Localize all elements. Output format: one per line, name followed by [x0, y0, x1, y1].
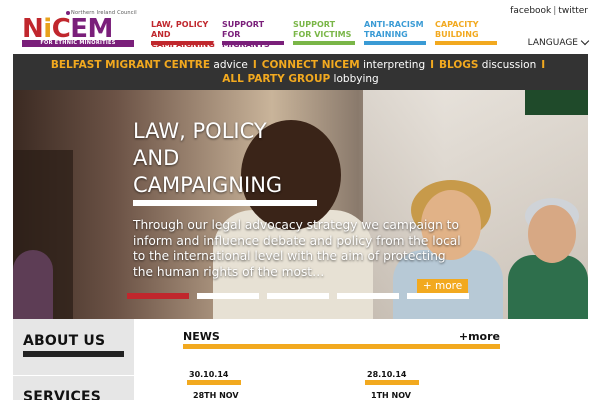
sidebar-item-bar [23, 351, 124, 357]
sidebar: ABOUT US SERVICES [13, 319, 134, 400]
news-item[interactable]: 30.10.14 28TH NOV [183, 370, 343, 400]
news-item-title: 1TH NOV [371, 391, 411, 400]
news-item-title: 28TH NOV [193, 391, 239, 400]
hero-photo-bg [528, 205, 576, 263]
news-date-bar [187, 380, 241, 385]
nav-label: ANTI-RACISM TRAINING [364, 20, 424, 39]
quick-link-title: BLOGS [439, 59, 479, 71]
nav-underline [293, 41, 355, 45]
nav-item-law-policy[interactable]: LAW, POLICY AND CAMPAIGNING [151, 20, 215, 49]
twitter-link[interactable]: twitter [558, 6, 588, 16]
hero-more-button[interactable]: + more [417, 279, 468, 293]
news-more-link[interactable]: +more [459, 330, 500, 343]
quick-links-bar: BELFAST MIGRANT CENTRE advice I CONNECT NI… [13, 54, 588, 90]
news-title: NEWS [183, 330, 220, 343]
quick-link-connect-nicem[interactable]: CONNECT NICEM interpreting [262, 59, 425, 71]
quick-link-title: BELFAST MIGRANT CENTRE [50, 59, 211, 71]
nav-label: CAPACITY BUILDING [435, 20, 479, 39]
nav-underline [151, 41, 213, 45]
quick-link-blogs[interactable]: BLOGS discussion [439, 59, 536, 71]
news-date: 30.10.14 [189, 370, 229, 379]
slider-dot[interactable] [337, 293, 399, 299]
sidebar-divider [13, 375, 134, 376]
quick-link-desc: lobbying [330, 73, 379, 85]
quick-link-separator: I [430, 59, 435, 71]
news-date-bar [365, 380, 419, 385]
nav-label: LAW, POLICY AND CAMPAIGNING [151, 20, 215, 49]
nav-label: SUPPORT FOR MIGRANTS [222, 20, 270, 49]
hero-photo-bg [525, 90, 588, 115]
nav-item-support-victims[interactable]: SUPPORT FOR VICTIMS [293, 20, 355, 46]
hero-title: LAW, POLICY AND CAMPAIGNING [133, 119, 283, 197]
slider-dot[interactable] [407, 293, 469, 299]
sidebar-item-about-us[interactable]: ABOUT US [23, 333, 105, 349]
quick-link-belfast-migrant-centre[interactable]: BELFAST MIGRANT CENTRE advice [51, 59, 248, 71]
hero-photo-bg [13, 250, 53, 319]
news-date: 28.10.14 [367, 370, 407, 379]
site-header: Northern Ireland Council NiCEM FOR ETHNI… [0, 0, 600, 54]
nav-underline [222, 41, 284, 45]
hero-description: Through our legal advocacy strategy we c… [133, 218, 461, 279]
nav-item-anti-racism[interactable]: ANTI-RACISM TRAINING [364, 20, 426, 46]
slider-dot[interactable] [267, 293, 329, 299]
news-bar [183, 344, 500, 349]
quick-link-desc: advice [210, 59, 248, 71]
quick-link-title: ALL PARTY GROUP [222, 73, 331, 85]
slider-dot[interactable] [197, 293, 259, 299]
quick-link-separator: I [541, 59, 546, 71]
nav-underline [435, 41, 497, 45]
slider-dot[interactable] [127, 293, 189, 299]
nav-underline [364, 41, 426, 45]
language-selector[interactable]: LANGUAGE [527, 36, 590, 48]
hero-slider: LAW, POLICY AND CAMPAIGNING Through our … [13, 90, 588, 319]
hero-photo-bg [508, 255, 588, 319]
quick-link-desc: discussion [478, 59, 537, 71]
nav-label: SUPPORT FOR VICTIMS [293, 20, 352, 39]
nicem-logo[interactable]: Northern Ireland Council NiCEM FOR ETHNI… [22, 10, 144, 48]
news-item[interactable]: 28.10.14 1TH NOV [361, 370, 521, 400]
quick-link-desc: interpreting [359, 59, 426, 71]
facebook-link[interactable]: facebook [510, 6, 551, 16]
social-links: facebook | twitter [510, 6, 588, 16]
language-label: LANGUAGE [527, 38, 578, 48]
quick-links-line-2: ALL PARTY GROUP lobbying [13, 72, 588, 86]
logo-wordmark: NiCEM [22, 15, 113, 43]
quick-link-title: CONNECT NICEM [261, 59, 360, 71]
quick-link-separator: I [252, 59, 257, 71]
chevron-down-icon [580, 36, 590, 46]
quick-link-all-party-group[interactable]: ALL PARTY GROUP lobbying [222, 73, 378, 85]
sidebar-item-services[interactable]: SERVICES [23, 389, 101, 400]
news-header: NEWS +more [183, 330, 500, 344]
logo-subbar: FOR ETHNIC MINORITIES [22, 40, 134, 47]
nav-item-support-migrants[interactable]: SUPPORT FOR MIGRANTS [222, 20, 284, 49]
nav-item-capacity-building[interactable]: CAPACITY BUILDING [435, 20, 497, 46]
quick-links-line-1: BELFAST MIGRANT CENTRE advice I CONNECT NI… [13, 58, 588, 72]
hero-title-rule [133, 200, 317, 206]
